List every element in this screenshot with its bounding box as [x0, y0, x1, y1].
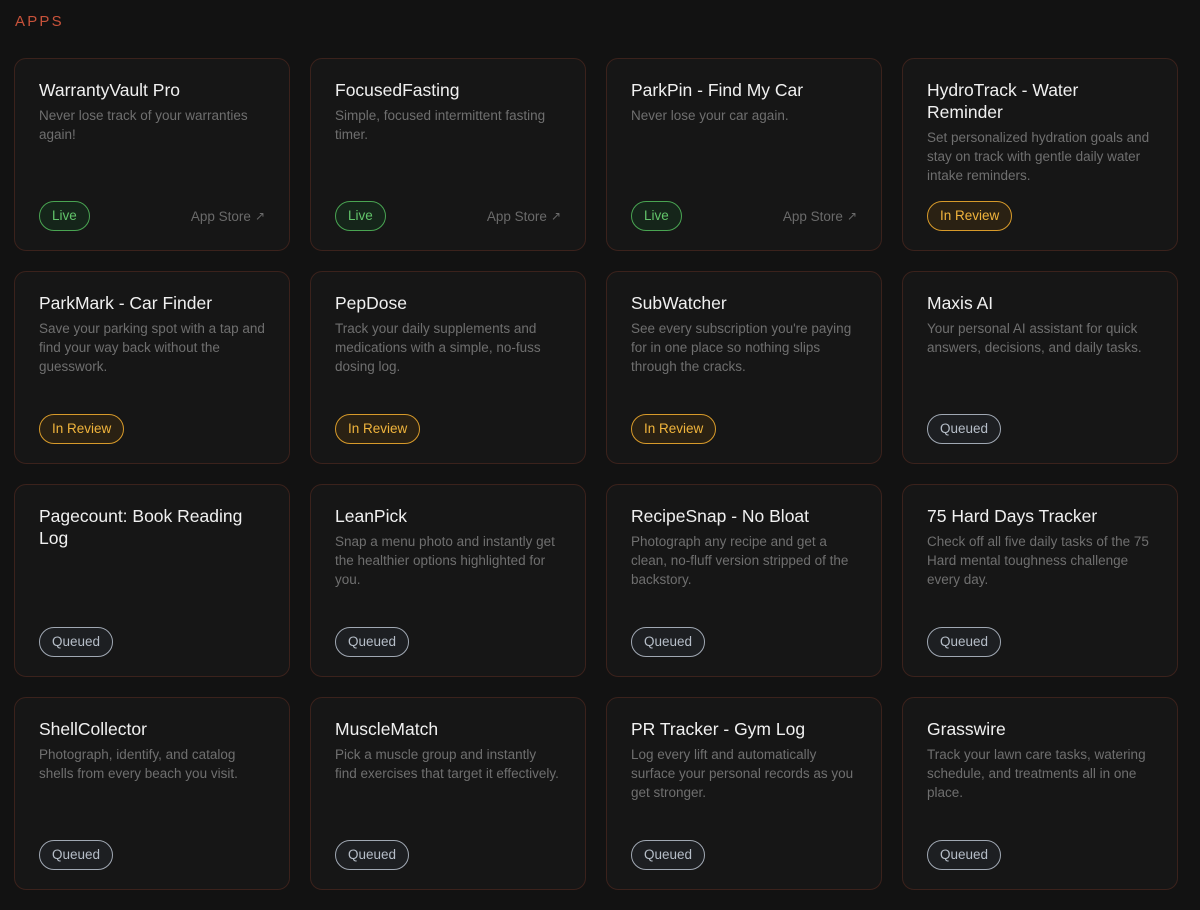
app-description: Save your parking spot with a tap and fi…: [39, 321, 265, 374]
app-title: SubWatcher: [631, 293, 727, 313]
status-badge: In Review: [335, 414, 421, 444]
app-store-link-label: App Store: [782, 208, 843, 224]
app-title: ParkMark - Car Finder: [39, 293, 213, 313]
apps-page: APPS WarrantyVault Pro Never lose track …: [0, 0, 1200, 910]
app-card[interactable]: ParkMark - Car Finder Save your parking …: [14, 271, 290, 464]
status-badge: Queued: [927, 627, 1002, 657]
app-title: 75 Hard Days Tracker: [927, 506, 1098, 526]
app-card-footer: Queued: [631, 627, 857, 657]
status-badge: Live: [39, 201, 90, 231]
app-description: Never lose track of your warranties agai…: [39, 108, 248, 142]
app-card-footer: Queued: [927, 627, 1153, 657]
app-card-footer: Live App Store ↗: [39, 201, 265, 231]
app-description: Check off all five daily tasks of the 75…: [927, 534, 1149, 587]
app-title: ParkPin - Find My Car: [631, 80, 804, 100]
app-title: LeanPick: [335, 506, 407, 526]
app-card-footer: In Review: [39, 414, 265, 444]
status-badge: In Review: [927, 201, 1013, 231]
app-card[interactable]: PR Tracker - Gym Log Log every lift and …: [606, 697, 882, 890]
app-store-link[interactable]: App Store ↗: [191, 209, 265, 224]
app-description: See every subscription you're paying for…: [631, 321, 852, 374]
app-title: ShellCollector: [39, 719, 147, 739]
app-description: Set personalized hydration goals and sta…: [927, 130, 1150, 183]
app-card-footer: Queued: [927, 414, 1153, 444]
app-card-footer: Queued: [927, 840, 1153, 870]
app-card-footer: Queued: [631, 840, 857, 870]
app-title: PepDose: [335, 293, 407, 313]
status-badge: Queued: [631, 627, 706, 657]
app-description: Never lose your car again.: [631, 108, 789, 123]
app-store-link[interactable]: App Store ↗: [783, 209, 857, 224]
status-badge: Queued: [335, 840, 410, 870]
app-card[interactable]: MuscleMatch Pick a muscle group and inst…: [310, 697, 586, 890]
app-description: Snap a menu photo and instantly get the …: [335, 534, 555, 587]
status-badge: In Review: [39, 414, 125, 444]
app-title: MuscleMatch: [335, 719, 439, 739]
app-card-footer: In Review: [927, 201, 1153, 231]
app-card[interactable]: Maxis AI Your personal AI assistant for …: [902, 271, 1178, 464]
app-description: Photograph, identify, and catalog shells…: [39, 747, 238, 781]
app-card[interactable]: 75 Hard Days Tracker Check off all five …: [902, 484, 1178, 677]
app-store-link[interactable]: App Store ↗: [487, 209, 561, 224]
app-card[interactable]: Pagecount: Book Reading Log Queued: [14, 484, 290, 677]
app-card-footer: Queued: [335, 627, 561, 657]
status-badge: Queued: [927, 414, 1002, 444]
status-badge: In Review: [631, 414, 717, 444]
app-description: Photograph any recipe and get a clean, n…: [631, 534, 849, 587]
app-store-link-label: App Store: [190, 208, 251, 224]
app-card-footer: Live App Store ↗: [631, 201, 857, 231]
app-title: Maxis AI: [927, 293, 994, 313]
status-badge: Queued: [927, 840, 1002, 870]
app-card[interactable]: SubWatcher See every subscription you're…: [606, 271, 882, 464]
status-badge: Live: [335, 201, 386, 231]
app-grid: WarrantyVault Pro Never lose track of yo…: [14, 58, 1178, 890]
status-badge: Queued: [631, 840, 706, 870]
app-card[interactable]: RecipeSnap - No Bloat Photograph any rec…: [606, 484, 882, 677]
app-card-footer: In Review: [631, 414, 857, 444]
status-badge: Queued: [335, 627, 410, 657]
app-card[interactable]: ParkPin - Find My Car Never lose your ca…: [606, 58, 882, 251]
app-title: RecipeSnap - No Bloat: [631, 506, 810, 526]
status-badge: Queued: [39, 840, 114, 870]
app-card[interactable]: LeanPick Snap a menu photo and instantly…: [310, 484, 586, 677]
app-description: Track your lawn care tasks, watering sch…: [927, 747, 1146, 800]
app-description: Track your daily supplements and medicat…: [335, 321, 541, 374]
app-description: Simple, focused intermittent fasting tim…: [335, 108, 546, 142]
app-card-footer: Queued: [39, 840, 265, 870]
app-title: WarrantyVault Pro: [39, 80, 181, 100]
app-description: Your personal AI assistant for quick ans…: [927, 321, 1142, 355]
app-card[interactable]: WarrantyVault Pro Never lose track of yo…: [14, 58, 290, 251]
app-title: HydroTrack - Water Reminder: [927, 80, 1079, 122]
app-title: PR Tracker - Gym Log: [631, 719, 806, 739]
status-badge: Queued: [39, 627, 114, 657]
arrow-up-right-icon: ↗: [846, 209, 857, 223]
app-store-link-label: App Store: [486, 208, 547, 224]
app-title: Grasswire: [927, 719, 1006, 739]
app-card-footer: Live App Store ↗: [335, 201, 561, 231]
app-card[interactable]: FocusedFasting Simple, focused intermitt…: [310, 58, 586, 251]
app-description: Pick a muscle group and instantly find e…: [335, 747, 559, 781]
app-title: FocusedFasting: [335, 80, 460, 100]
app-card[interactable]: Grasswire Track your lawn care tasks, wa…: [902, 697, 1178, 890]
arrow-up-right-icon: ↗: [254, 209, 265, 223]
app-card[interactable]: HydroTrack - Water Reminder Set personal…: [902, 58, 1178, 251]
arrow-up-right-icon: ↗: [550, 209, 561, 223]
app-card-footer: Queued: [335, 840, 561, 870]
app-card[interactable]: PepDose Track your daily supplements and…: [310, 271, 586, 464]
section-title: APPS: [15, 13, 64, 30]
app-card-footer: Queued: [39, 627, 265, 657]
app-card-footer: In Review: [335, 414, 561, 444]
app-description: Log every lift and automatically surface…: [631, 747, 854, 800]
status-badge: Live: [631, 201, 682, 231]
app-card[interactable]: ShellCollector Photograph, identify, and…: [14, 697, 290, 890]
app-title: Pagecount: Book Reading Log: [39, 506, 243, 548]
